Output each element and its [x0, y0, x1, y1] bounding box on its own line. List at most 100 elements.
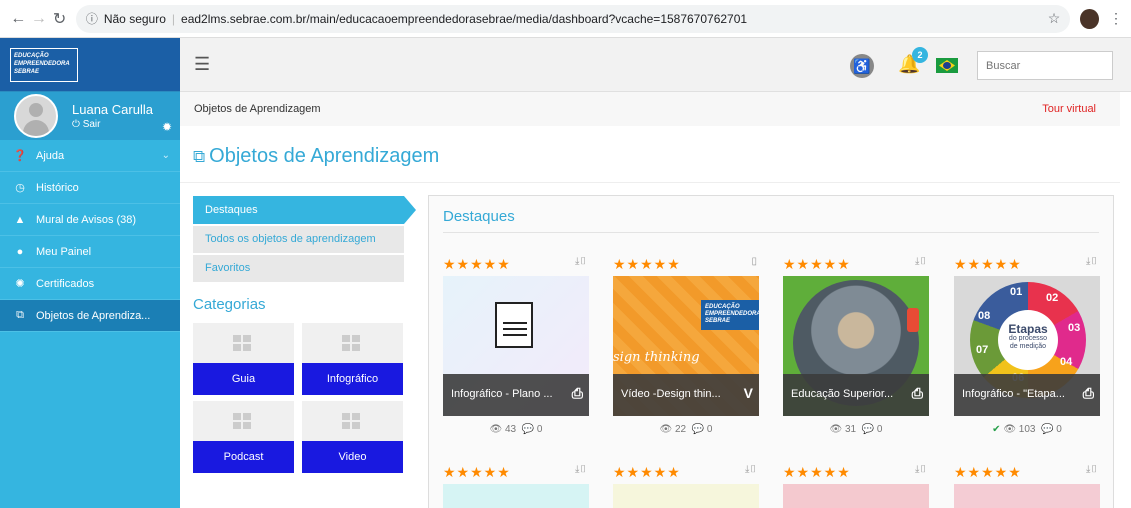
wheel-title: Etapas: [1008, 322, 1048, 336]
sebrae-logo: EDUCAÇÃO EMPREENDEDORA SEBRAE: [701, 300, 759, 330]
forward-icon[interactable]: →: [29, 10, 50, 28]
download-bookmark-icon[interactable]: ⤓▯: [745, 464, 757, 475]
help-icon: ❓: [13, 150, 27, 162]
grid-icon: [342, 413, 360, 429]
certificate-icon: ✺: [15, 278, 25, 290]
logout-link[interactable]: ⏻ Sair: [72, 119, 153, 130]
category-infografico[interactable]: Infográfico: [302, 323, 403, 395]
thumbnail-script-text: sign thinking: [613, 350, 700, 365]
rating-stars[interactable]: ★★★★★: [783, 464, 851, 481]
pencil-graphic: [907, 308, 919, 332]
category-guia[interactable]: Guia: [193, 323, 294, 395]
download-bookmark-icon[interactable]: ⤓▯: [575, 256, 587, 267]
eye-icon: 👁: [659, 424, 673, 435]
card-thumbnail[interactable]: [954, 484, 1100, 508]
rating-stars[interactable]: ★★★★★: [613, 464, 681, 481]
card-title: Infográfico - Plano ...: [451, 388, 553, 400]
category-label: Infográfico: [302, 363, 403, 395]
card-thumbnail[interactable]: Educação Superior... ⎙: [783, 276, 929, 416]
wheel-subtitle-1: do processo: [1008, 335, 1048, 342]
sidebar-item-ajuda[interactable]: ❓ Ajuda ⌄: [0, 140, 180, 172]
chevron-down-icon[interactable]: ⌄: [162, 150, 170, 161]
rating-stars[interactable]: ★★★★★: [954, 464, 1022, 481]
breadcrumb-current: Objetos de Aprendizagem: [194, 103, 321, 115]
card-thumbnail[interactable]: Etapas do processo de medição 01 02 03 0…: [954, 276, 1100, 416]
wheel-step-number: 02: [1046, 292, 1059, 304]
sidebar-item-historico[interactable]: ◷ Histórico: [0, 172, 180, 204]
card-caption[interactable]: Vídeo -Design thin... V: [613, 374, 759, 416]
bookmark-star-icon[interactable]: ☆: [1048, 10, 1061, 27]
rating-stars[interactable]: ★★★★★: [783, 256, 851, 273]
pdf-icon: ⎙: [571, 385, 583, 401]
reload-icon[interactable]: ↻: [49, 9, 70, 29]
card-title: Educação Superior...: [791, 388, 894, 400]
info-icon[interactable]: ⓘ: [86, 10, 98, 27]
sidebar-item-certificados[interactable]: ✺ Certificados: [0, 268, 180, 300]
profile-avatar[interactable]: [1080, 8, 1099, 29]
nav-destaques[interactable]: Destaques: [193, 196, 416, 224]
gear-icon[interactable]: ✹: [162, 120, 172, 134]
card-caption[interactable]: Infográfico - "Etapa... ⎙: [954, 374, 1100, 416]
card-title: Infográfico - "Etapa...: [962, 388, 1065, 400]
sidebar-item-label: Objetos de Aprendiza...: [36, 309, 151, 322]
download-bookmark-icon[interactable]: ⤓▯: [915, 464, 927, 475]
rating-stars[interactable]: ★★★★★: [443, 464, 511, 481]
page-title-text: Objetos de Aprendizagem: [209, 145, 440, 167]
card-thumbnail[interactable]: [613, 484, 759, 508]
nav-favoritos[interactable]: Favoritos: [193, 255, 404, 282]
back-icon[interactable]: ←: [8, 10, 29, 28]
views-count: 31: [845, 424, 857, 435]
page-title: ⧉ Objetos de Aprendizagem: [193, 145, 439, 168]
download-bookmark-icon[interactable]: ⤓▯: [1086, 464, 1098, 475]
sidebar-item-label: Meu Painel: [36, 245, 92, 258]
grid-icon: [233, 335, 251, 351]
browser-menu-icon[interactable]: ⋮: [1109, 10, 1123, 27]
wheel-step-number: 04: [1060, 356, 1073, 368]
copy-icon: ⧉: [193, 147, 206, 166]
comments-count: 0: [876, 424, 883, 435]
tour-virtual-link[interactable]: Tour virtual: [1042, 103, 1096, 115]
rating-stars[interactable]: ★★★★★: [613, 256, 681, 273]
card-caption[interactable]: Educação Superior... ⎙: [783, 374, 929, 416]
sidebar-item-meu-painel[interactable]: ● Meu Painel: [0, 236, 180, 268]
card-stats: 👁 43 💬 0: [443, 424, 589, 435]
category-label: Guia: [193, 363, 294, 395]
rating-stars[interactable]: ★★★★★: [954, 256, 1022, 273]
download-bookmark-icon[interactable]: ⤓▯: [1086, 256, 1098, 267]
comments-icon: 💬: [521, 424, 535, 435]
url-text[interactable]: ead2lms.sebrae.com.br/main/educacaoempre…: [181, 12, 747, 26]
category-podcast[interactable]: Podcast: [193, 401, 294, 473]
rating-stars[interactable]: ★★★★★: [443, 256, 511, 273]
user-panel: Luana Carulla ⏻ Sair ✹: [0, 92, 180, 140]
sidebar-item-label: Ajuda: [36, 149, 65, 162]
download-bookmark-icon[interactable]: ⤓▯: [915, 256, 927, 267]
nav-todos-objetos[interactable]: Todos os objetos de aprendizagem: [193, 226, 404, 253]
clock-icon: ◷: [15, 182, 25, 194]
category-video[interactable]: Video: [302, 401, 403, 473]
pdf-icon: ⎙: [911, 385, 923, 401]
wheel-step-number: 07: [976, 344, 989, 356]
address-bar[interactable]: ⓘ Não seguro | ead2lms.sebrae.com.br/mai…: [75, 4, 1071, 33]
comments-count: 0: [706, 424, 713, 435]
grid-icon: [233, 413, 251, 429]
brazil-flag-icon[interactable]: [936, 58, 958, 73]
sidebar-item-mural[interactable]: ▲ Mural de Avisos (38): [0, 204, 180, 236]
sidebar-item-objetos[interactable]: ⧉ Objetos de Aprendiza...: [0, 300, 180, 332]
categories-title: Categorias: [193, 296, 266, 313]
user-name: Luana Carulla: [72, 102, 153, 117]
card-thumbnail[interactable]: [783, 484, 929, 508]
sidebar: EDUCAÇÃO EMPREENDEDORA SEBRAE Luana Carull…: [0, 38, 180, 508]
sidebar-item-label: Mural de Avisos (38): [36, 213, 137, 226]
warning-icon: ▲: [14, 213, 26, 226]
search-input[interactable]: [977, 51, 1113, 80]
sebrae-logo[interactable]: EDUCAÇÃO EMPREENDEDORA SEBRAE: [10, 47, 78, 82]
accessibility-icon[interactable]: ♿: [850, 54, 874, 78]
views-count: 103: [1018, 424, 1036, 435]
download-bookmark-icon[interactable]: ⤓▯: [575, 464, 587, 475]
card-thumbnail[interactable]: Infográfico - Plano ... ⎙: [443, 276, 589, 416]
hamburger-menu-icon[interactable]: ☰: [194, 54, 210, 75]
card-thumbnail[interactable]: [443, 484, 589, 508]
card-thumbnail[interactable]: EDUCAÇÃO EMPREENDEDORA SEBRAE sign thinkin…: [613, 276, 759, 416]
card-caption[interactable]: Infográfico - Plano ... ⎙: [443, 374, 589, 416]
bookmark-icon[interactable]: ▯: [751, 256, 757, 267]
